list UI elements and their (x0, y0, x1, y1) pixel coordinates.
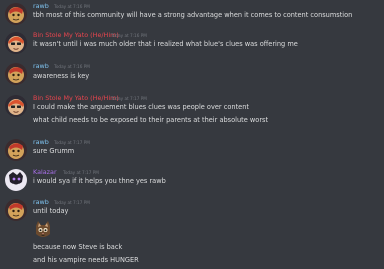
message-text: awareness is key (33, 72, 90, 80)
avatar-kalazar[interactable] (5, 169, 27, 191)
avatar-rawb[interactable] (5, 139, 27, 161)
timestamp: Today at 7:16 PM (54, 63, 90, 69)
timestamp: Today at 7:17 PM (63, 169, 99, 175)
username[interactable]: Bin Stole My Yato (He/Him) (33, 31, 119, 39)
message-text: what child needs to be exposed to their … (33, 116, 269, 124)
timestamp: Today at 7:17 PM (54, 199, 90, 205)
avatar-bin[interactable] (5, 95, 27, 117)
chat-message-list: rawb Today at 7:16 PM tbh most of this c… (0, 0, 384, 269)
message-text: sure Grumm (33, 147, 75, 155)
message-text: tbh most of this community will have a s… (33, 11, 353, 19)
avatar-rawb[interactable] (5, 63, 27, 85)
timestamp: Today at 7:17 PM (54, 139, 90, 145)
message-text: i would sya if it helps you thne yes raw… (33, 177, 166, 185)
avatar-rawb[interactable] (5, 3, 27, 25)
message-text: because now Steve is back (33, 243, 123, 251)
timestamp: Today at 7:16 PM (111, 32, 147, 38)
avatar-rawb[interactable] (5, 199, 27, 221)
message-text: and his vampire needs HUNGER (33, 256, 139, 264)
message-text: until today (33, 207, 69, 215)
avatar-bin[interactable] (5, 32, 27, 54)
username[interactable]: rawb (33, 2, 49, 10)
cat-emoji-icon[interactable] (33, 220, 53, 240)
username[interactable]: rawb (33, 198, 49, 206)
username[interactable]: rawb (33, 138, 49, 146)
timestamp: Today at 7:17 PM (111, 95, 147, 101)
username[interactable]: Bin Stole My Yato (He/Him) (33, 94, 119, 102)
username[interactable]: Kalazar (33, 168, 57, 176)
message-text: I could make the arguement blues clues w… (33, 103, 249, 111)
message-text: it wasn't until i was much older that i … (33, 40, 298, 48)
timestamp: Today at 7:16 PM (54, 3, 90, 9)
username[interactable]: rawb (33, 62, 49, 70)
